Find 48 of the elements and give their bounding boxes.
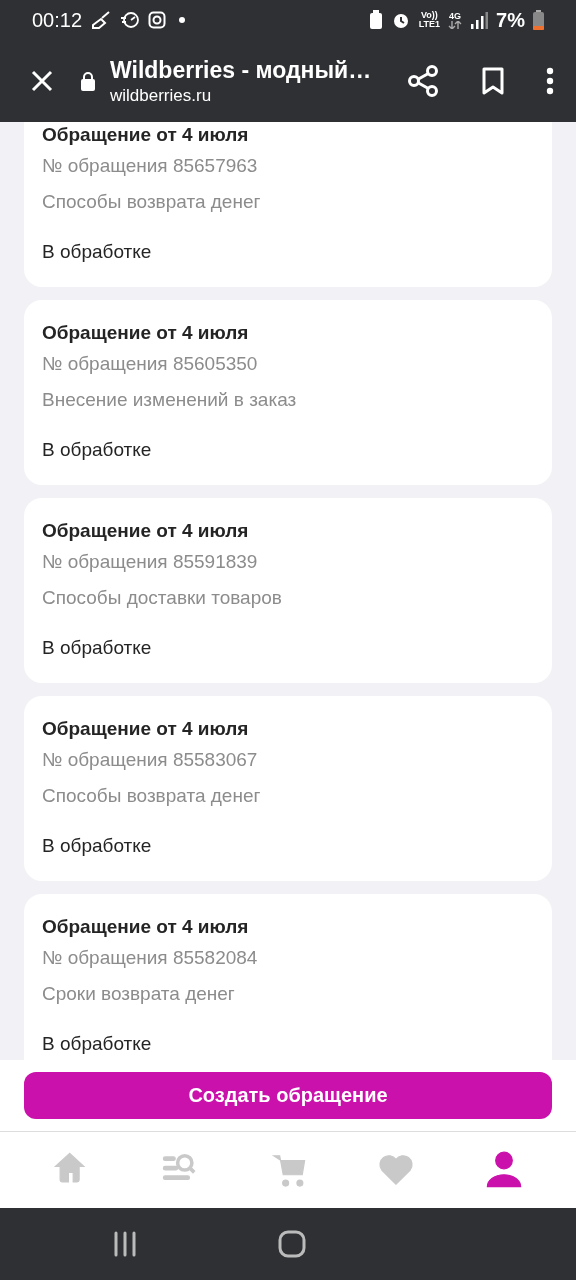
request-card[interactable]: Обращение от 4 июля № обращения 85583067 Способы возврата денег В обработке [24, 696, 552, 881]
request-topic: Внесение изменений в заказ [42, 388, 298, 412]
recents-button[interactable] [112, 1231, 138, 1257]
volte-label: Vo)) [421, 10, 438, 20]
request-number: № обращения 85583067 [42, 748, 259, 772]
request-topic: Способы возврата денег [42, 190, 262, 214]
data-arrows-icon [448, 20, 463, 29]
request-topic: Способы возврата денег [42, 784, 262, 808]
create-request-button[interactable]: Создать обращение [24, 1072, 552, 1119]
request-status: В обработке [42, 636, 153, 660]
request-card[interactable]: Обращение от 4 июля № обращения 85591839 Способы доставки товаров В обработке [24, 498, 552, 683]
camera-icon [148, 11, 167, 29]
request-topic: Способы доставки товаров [42, 586, 283, 610]
clock: 00:12 [32, 8, 83, 32]
network-label: 4G [449, 10, 462, 21]
page-title: Wildberries - модный… [110, 56, 373, 84]
request-number: № обращения 85582084 [42, 946, 259, 970]
request-title: Обращение от 4 июля [42, 123, 250, 147]
request-title: Обращение от 4 июля [42, 519, 250, 543]
request-status: В обработке [42, 834, 153, 858]
request-number: № обращения 85591839 [42, 550, 259, 574]
menu-icon [546, 67, 554, 95]
battery-icon [533, 10, 544, 30]
request-topic: Сроки возврата денег [42, 982, 236, 1006]
request-title: Обращение от 4 июля [42, 915, 250, 939]
lte-label: LTE1 [418, 19, 441, 29]
request-title: Обращение от 4 июля [42, 321, 250, 345]
home-button[interactable] [278, 1230, 306, 1258]
bookmark-icon [482, 67, 504, 95]
request-status: В обработке [42, 438, 153, 462]
request-status: В обработке [42, 240, 153, 264]
signal-icon [470, 11, 489, 29]
request-card[interactable]: Обращение от 4 июля № обращения 85582084 Сроки возврата денег В обработке [24, 894, 552, 1060]
speed-icon [120, 11, 141, 29]
share-icon [408, 65, 438, 97]
nav-tab[interactable] [485, 1151, 523, 1189]
request-card[interactable]: Обращение от 4 июля № обращения 85657963 Способы возврата денег В обработке [24, 122, 552, 287]
close-icon [30, 69, 54, 93]
request-status: В обработке [42, 1032, 153, 1056]
battery-percent: 7% [496, 8, 525, 32]
lock-icon [80, 71, 96, 91]
person-icon [485, 1151, 523, 1189]
request-title: Обращение от 4 июля [42, 717, 250, 741]
page-url: wildberries.ru [110, 85, 213, 106]
request-number: № обращения 85657963 [42, 154, 259, 178]
request-card[interactable]: Обращение от 4 июля № обращения 85605350 Внесение изменений в заказ В обработке [24, 300, 552, 485]
request-number: № обращения 85605350 [42, 352, 259, 376]
battery-saver-icon [368, 10, 383, 30]
